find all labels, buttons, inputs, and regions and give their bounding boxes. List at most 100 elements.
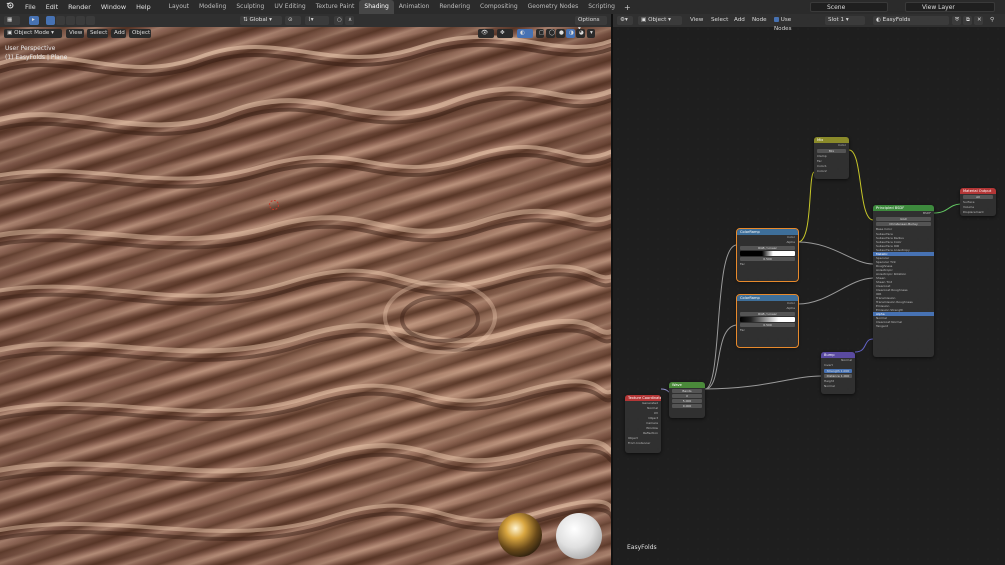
color-ramp-gradient[interactable]: [740, 317, 795, 322]
falloff-icon[interactable]: ∧: [345, 16, 354, 25]
menu-file[interactable]: File: [20, 0, 41, 14]
proportional-edit-icon[interactable]: ○: [334, 16, 343, 25]
hdri-preview-sphere-chrome[interactable]: [498, 513, 542, 557]
shading-solid-icon[interactable]: ●: [556, 29, 565, 38]
viewport-menu-add[interactable]: Add: [111, 29, 126, 38]
ramp-mode-dropdown[interactable]: RGB / Linear: [740, 246, 795, 250]
unlink-material-icon[interactable]: ✕: [974, 16, 983, 25]
slot-dropdown[interactable]: Slot 1 ▾: [825, 16, 865, 25]
tab-shading[interactable]: Shading: [359, 0, 394, 14]
node-bump[interactable]: Bump Normal Invert Strength 1.000 Distan…: [821, 352, 855, 394]
socket-tangent[interactable]: Tangent: [873, 324, 934, 328]
node-texture-coordinate[interactable]: Texture Coordinate Generated Normal UV O…: [625, 395, 661, 453]
wave-direction-dropdown[interactable]: X: [672, 394, 702, 398]
select-extend-icon[interactable]: [56, 16, 65, 25]
tab-layout[interactable]: Layout: [164, 0, 194, 14]
3d-viewport[interactable]: User Perspective (1) EasyFolds | Plane: [0, 27, 611, 565]
node-menu-view[interactable]: View: [687, 16, 705, 25]
menu-window[interactable]: Window: [96, 0, 131, 14]
tab-modeling[interactable]: Modeling: [194, 0, 231, 14]
3d-cursor-icon[interactable]: [269, 200, 279, 210]
bump-strength-field[interactable]: Strength 1.000: [824, 369, 852, 373]
wave-distortion-field[interactable]: 0.000: [672, 404, 702, 408]
tab-compositing[interactable]: Compositing: [475, 0, 523, 14]
hdri-preview-sphere-diffuse[interactable]: [556, 513, 602, 559]
node-menu-add[interactable]: Add: [731, 16, 746, 25]
select-box-icon[interactable]: [46, 16, 55, 25]
color-ramp-gradient[interactable]: [740, 251, 795, 256]
node-mix[interactable]: Mix Color Mix Clamp Fac Color1 Color2: [814, 137, 849, 179]
wave-scale-field[interactable]: 5.000: [672, 399, 702, 403]
select-subtract-icon[interactable]: [66, 16, 75, 25]
node-colorramp-1[interactable]: ColorRamp Color Alpha RGB / Linear 0.500…: [736, 228, 799, 282]
viewport-menu-view[interactable]: View: [66, 29, 84, 38]
mix-blend-dropdown[interactable]: Mix: [817, 149, 846, 153]
scene-selector[interactable]: Scene: [810, 2, 888, 12]
socket-displacement[interactable]: Displacement: [960, 210, 996, 215]
menu-render[interactable]: Render: [63, 0, 96, 14]
node-material-output[interactable]: Material Output All Surface Volume Displ…: [960, 188, 996, 216]
socket-fac-in[interactable]: Fac: [737, 328, 798, 333]
from-instancer-checkbox[interactable]: From Instancer: [625, 441, 661, 446]
duplicate-material-icon[interactable]: ⧉: [963, 16, 972, 25]
tab-geometry-nodes[interactable]: Geometry Nodes: [523, 0, 584, 14]
pivot-point-icon[interactable]: ⊙: [285, 16, 301, 25]
socket-alpha-out[interactable]: Alpha: [737, 306, 798, 311]
wave-type-dropdown[interactable]: Bands: [672, 389, 702, 393]
mode-dropdown[interactable]: ▣ Object Mode ▾: [4, 29, 62, 38]
node-principled-bsdf[interactable]: Principled BSDF BSDF GGX Christensen-Bur…: [873, 205, 934, 357]
tab-rendering[interactable]: Rendering: [434, 0, 475, 14]
select-invert-icon[interactable]: [76, 16, 85, 25]
blender-logo-icon[interactable]: [0, 0, 20, 14]
tab-scripting[interactable]: Scripting: [583, 0, 620, 14]
socket-bump-normal-in[interactable]: Normal: [821, 384, 855, 389]
shader-type-dropdown[interactable]: ▣ Object ▾: [638, 16, 682, 25]
node-menu-select[interactable]: Select: [708, 16, 729, 25]
shading-wireframe-icon[interactable]: ◯: [546, 29, 555, 38]
overlays-icon[interactable]: ◐: [517, 29, 533, 38]
output-target-dropdown[interactable]: All: [963, 195, 993, 199]
ramp-position-field[interactable]: 0.500: [740, 257, 795, 261]
socket-fac-in[interactable]: Fac: [737, 262, 798, 267]
ramp-position-field[interactable]: 0.500: [740, 323, 795, 327]
select-intersect-icon[interactable]: [86, 16, 95, 25]
tab-animation[interactable]: Animation: [394, 0, 435, 14]
menu-help[interactable]: Help: [131, 0, 156, 14]
node-wave-texture[interactable]: Wave Bands X 5.000 0.000: [669, 382, 705, 418]
socket-mix-color-out[interactable]: Color: [814, 143, 849, 148]
socket-mix-color2[interactable]: Color2: [814, 169, 849, 174]
tab-uv-editing[interactable]: UV Editing: [269, 0, 310, 14]
shading-options-icon[interactable]: ▾: [587, 29, 595, 38]
material-selector[interactable]: ◐ EasyFolds: [873, 16, 949, 25]
socket-bsdf-out[interactable]: BSDF: [873, 211, 934, 216]
node-colorramp-2[interactable]: ColorRamp Color Alpha RGB / Linear 0.500…: [736, 294, 799, 348]
node-menu-node[interactable]: Node: [749, 16, 767, 25]
viewport-menu-object[interactable]: Object: [129, 29, 151, 38]
bsdf-subsurface-method-dropdown[interactable]: Christensen-Burley: [876, 222, 931, 226]
bsdf-distribution-dropdown[interactable]: GGX: [876, 217, 931, 221]
xray-icon[interactable]: ▢: [536, 29, 544, 38]
editor-type-icon[interactable]: ▦: [4, 16, 20, 25]
snap-icon[interactable]: ⌇▾: [305, 16, 329, 25]
visibility-icon[interactable]: 👁: [478, 29, 494, 38]
shader-node-editor[interactable]: Texture Coordinate Generated Normal UV O…: [613, 14, 1005, 565]
fake-user-icon[interactable]: ⛨: [952, 16, 961, 25]
tab-sculpting[interactable]: Sculpting: [231, 0, 269, 14]
shading-material-icon[interactable]: ◑: [566, 29, 575, 38]
add-workspace-icon[interactable]: +: [620, 3, 635, 12]
bump-distance-field[interactable]: Distance 1.000: [824, 374, 852, 378]
select-tool-icon[interactable]: ▸: [29, 16, 39, 25]
ramp-mode-dropdown[interactable]: RGB / Linear: [740, 312, 795, 316]
view-layer-selector[interactable]: View Layer: [905, 2, 995, 12]
shading-rendered-icon[interactable]: ◕: [576, 29, 585, 38]
bump-invert-checkbox[interactable]: Invert: [821, 363, 855, 368]
transform-orientation-dropdown[interactable]: ⇅ Global ▾: [240, 16, 282, 25]
gizmo-icon[interactable]: ✥: [497, 29, 513, 38]
pin-icon[interactable]: ⚲: [987, 16, 997, 25]
menu-edit[interactable]: Edit: [41, 0, 63, 14]
socket-alpha-out[interactable]: Alpha: [737, 240, 798, 245]
tab-texture-paint[interactable]: Texture Paint: [311, 0, 360, 14]
viewport-menu-select[interactable]: Select: [87, 29, 108, 38]
node-editor-type-icon[interactable]: ⚙▾: [617, 16, 633, 25]
options-dropdown[interactable]: Options ▾: [575, 16, 607, 32]
